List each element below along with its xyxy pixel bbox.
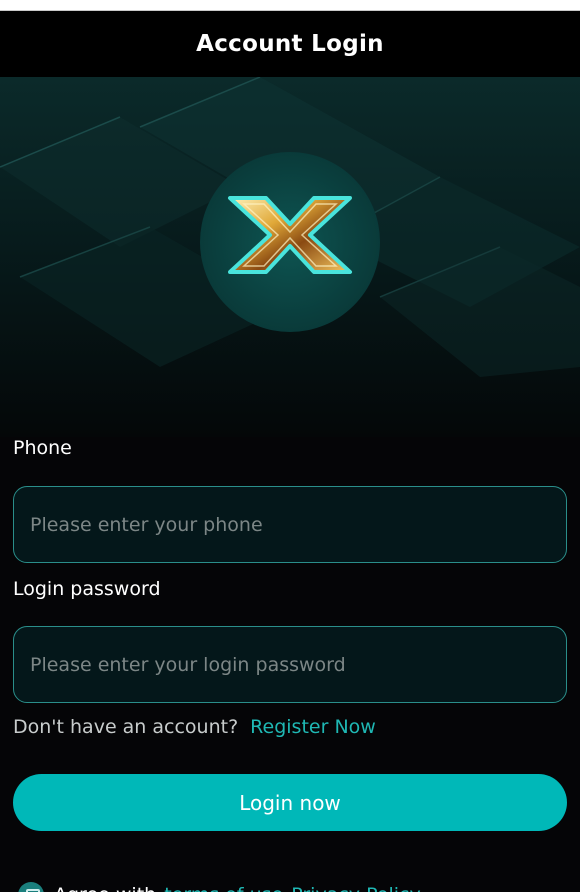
register-prompt: Don't have an account? Register Now	[13, 716, 376, 738]
hero-banner	[0, 77, 580, 437]
phone-label: Phone	[13, 437, 72, 459]
logo-circle	[200, 152, 380, 332]
agree-text: Agree with	[54, 884, 156, 892]
app-header: Account Login	[0, 11, 580, 77]
browser-top-strip	[0, 0, 580, 11]
agreement-row: Agree with terms of use Privacy Policy	[18, 880, 421, 892]
password-input[interactable]	[30, 653, 550, 676]
register-now-link[interactable]: Register Now	[250, 716, 376, 738]
password-label: Login password	[13, 578, 161, 600]
page-title: Account Login	[196, 31, 384, 57]
privacy-policy-link[interactable]: Privacy Policy	[291, 884, 420, 892]
terms-of-use-link[interactable]: terms of use	[164, 884, 283, 892]
gold-x-logo-icon	[228, 196, 352, 274]
agree-checkbox-icon[interactable]	[18, 882, 44, 892]
no-account-text: Don't have an account?	[13, 716, 239, 738]
phone-field-container[interactable]	[13, 486, 567, 563]
password-field-container[interactable]	[13, 626, 567, 703]
phone-input[interactable]	[30, 513, 550, 536]
login-button[interactable]: Login now	[13, 774, 567, 831]
